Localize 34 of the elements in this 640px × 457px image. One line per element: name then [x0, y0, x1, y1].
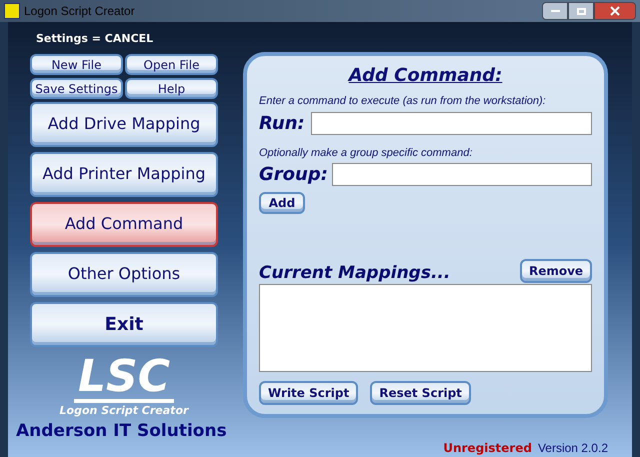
group-input[interactable]: [332, 163, 592, 186]
nav-button[interactable]: Exit: [30, 302, 218, 346]
file-button[interactable]: New File: [30, 54, 123, 74]
add-button[interactable]: Add: [259, 192, 305, 214]
maximize-button[interactable]: [568, 2, 594, 20]
logo-mark: LSC: [74, 354, 174, 402]
nav-button[interactable]: Other Options: [30, 252, 218, 296]
nav-button[interactable]: Add Drive Mapping: [30, 102, 218, 146]
logo-subtitle: Logon Script Creator: [60, 402, 188, 418]
nav-button[interactable]: Add Command: [30, 202, 218, 246]
mappings-list[interactable]: [259, 284, 592, 372]
run-label: Run:: [259, 112, 305, 136]
mappings-title: Current Mappings...: [259, 263, 450, 283]
window-title: Logon Script Creator: [24, 3, 135, 20]
file-button[interactable]: Open File: [125, 54, 218, 74]
settings-status: Settings = CANCEL: [36, 31, 154, 47]
registration-status: Unregistered: [443, 440, 532, 456]
panel-title: Add Command:: [348, 64, 502, 88]
group-label: Group:: [259, 163, 328, 187]
file-button[interactable]: Help: [125, 78, 218, 98]
group-hint: Optionally make a group specific command:: [259, 146, 474, 160]
close-icon: [610, 6, 620, 16]
minimize-button[interactable]: [542, 2, 568, 20]
run-hint: Enter a command to execute (as run from the workstation):: [259, 94, 547, 109]
file-button[interactable]: Save Settings: [30, 78, 123, 98]
app-icon: [4, 3, 20, 19]
version-label: Version 2.0.2: [538, 440, 608, 456]
script-button[interactable]: Reset Script: [370, 381, 471, 405]
close-button[interactable]: [594, 2, 636, 20]
remove-button[interactable]: Remove: [520, 259, 592, 283]
company-name: Anderson IT Solutions: [16, 420, 228, 443]
script-button[interactable]: Write Script: [259, 381, 358, 405]
nav-button[interactable]: Add Printer Mapping: [30, 152, 218, 196]
run-input[interactable]: [310, 112, 592, 134]
